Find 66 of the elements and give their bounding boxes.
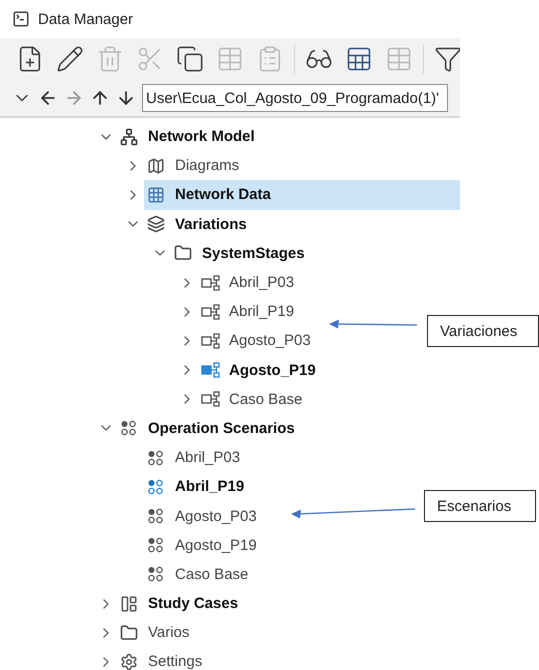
tree-item[interactable]: Agosto_P19 [198,356,320,385]
tree-label: Caso Base [175,566,248,583]
settings-icon [120,652,138,670]
tree-item[interactable]: Agosto_P03 [198,326,315,356]
layers-icon [147,215,165,234]
tree-label: Abril_P03 [175,449,240,466]
tree-label: Varios [148,624,190,642]
stage-icon [201,274,221,291]
tree-item[interactable]: Abril_P19 [198,297,298,326]
tree-label: Study Cases [148,595,238,612]
map-icon [147,156,165,175]
callout-label: Escenarios [424,490,536,522]
tree-label: Agosto_P03 [229,332,311,350]
tree-item[interactable]: Abril_P19 [144,472,248,502]
dots-icon [147,508,165,524]
filter-icon[interactable] [434,45,460,73]
tree-label: Agosto_P19 [229,362,316,379]
tree-item[interactable]: Varios [117,618,194,648]
window-title: Data Manager [38,10,134,28]
tree-item[interactable]: Settings [117,647,206,670]
tree-item[interactable]: SystemStages [171,238,309,268]
tree-label: Abril_P03 [229,274,294,292]
network-icon [120,128,138,146]
tree-label: Network Data [175,186,271,204]
tree-label: Agosto_P19 [175,536,257,554]
dots-icon [120,420,138,436]
tree-item[interactable]: Caso Base [144,560,252,589]
tree-item[interactable]: Caso Base [198,384,306,414]
tree-label: Network Model [148,128,255,146]
tree-label: Agosto_P03 [175,508,257,525]
copy-icon[interactable] [176,45,204,73]
tree-label: Variations [175,216,247,233]
tree-item[interactable]: Operation Scenarios [117,414,299,444]
tree-item[interactable]: Abril_P03 [144,443,244,472]
table-glasses-icon[interactable] [345,45,373,73]
tree-item[interactable]: Network Data [144,180,460,210]
tree-item[interactable]: Variations [144,210,251,239]
tree-item[interactable]: Diagrams [144,151,244,180]
panels-icon [120,594,138,613]
pencil-icon[interactable] [56,45,84,73]
tree-item[interactable]: Network Model [117,122,259,152]
tree-item[interactable]: Agosto_P03 [144,501,261,531]
tree-label: Abril_P19 [175,478,244,496]
folder-icon [174,244,192,262]
grid-icon [147,186,165,204]
path-field[interactable]: User\Ecua_Col_Agosto_09_Programado(1)' [142,84,448,112]
dots-icon [147,450,165,466]
tree-label: Caso Base [229,390,302,408]
stage-icon [201,332,221,349]
tree-label: Abril_P19 [229,303,294,320]
dots-icon [147,478,165,495]
tree-item[interactable]: Agosto_P19 [144,530,261,560]
dots-icon [147,537,165,554]
stage-icon [201,391,221,408]
callout-label: Variaciones [427,315,539,347]
tree-label: Operation Scenarios [148,420,295,437]
tree-label: SystemStages [202,244,305,262]
tree-label: Settings [148,653,202,670]
tree-item[interactable]: Study Cases [117,589,242,618]
tree-item[interactable]: Abril_P03 [198,268,298,298]
folder-icon [120,624,138,642]
tree-label: Diagrams [175,157,240,174]
stage-icon [201,304,221,320]
stage-icon [201,362,221,378]
window-icon [12,10,30,28]
dots-icon [147,566,165,582]
